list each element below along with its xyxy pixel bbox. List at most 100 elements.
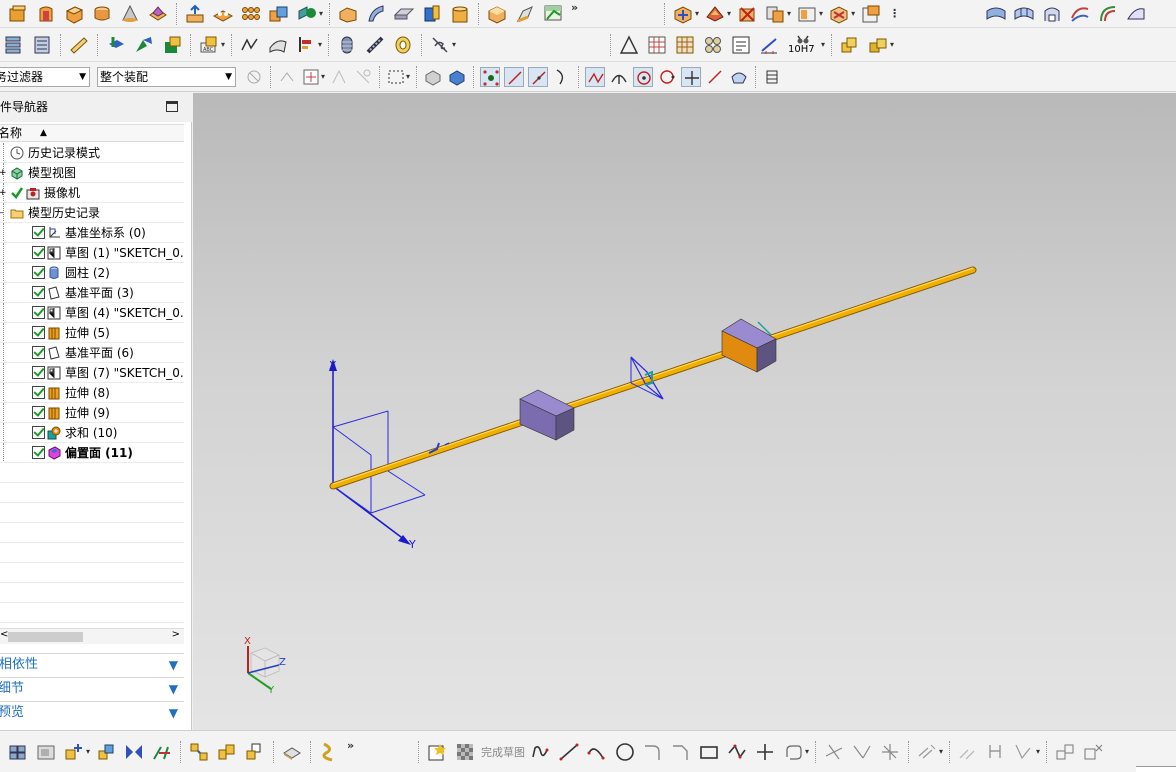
mid-point-icon[interactable] xyxy=(528,66,549,87)
make-coplanar-icon[interactable] xyxy=(860,3,882,25)
show-snap-icon[interactable] xyxy=(329,67,349,87)
gc-toolkit-icon[interactable] xyxy=(839,34,861,56)
sketch-curve-icon[interactable] xyxy=(239,34,261,56)
visibility-checkbox[interactable] xyxy=(32,306,45,319)
replace-face-icon[interactable] xyxy=(764,3,786,25)
scroll-right-icon[interactable]: > xyxy=(172,629,180,640)
column-header-name[interactable]: 名称 ▲ xyxy=(0,124,184,142)
pattern-curve-icon[interactable] xyxy=(985,741,1007,763)
select-body-icon[interactable] xyxy=(423,67,443,87)
gc-data-icon[interactable] xyxy=(867,34,889,56)
expand-icon[interactable]: + xyxy=(0,163,7,182)
clearance-analysis-icon[interactable] xyxy=(244,741,266,763)
visibility-checkbox[interactable] xyxy=(32,426,45,439)
thicken-icon[interactable] xyxy=(449,3,471,25)
dimension-tool-icon[interactable] xyxy=(758,34,780,56)
details-panel[interactable]: 细节 ▼ xyxy=(0,677,184,699)
bearing-icon[interactable] xyxy=(392,34,414,56)
maximize-panel-icon[interactable] xyxy=(166,101,178,112)
wave-link-icon[interactable] xyxy=(95,741,117,763)
rectangle-select-icon[interactable] xyxy=(386,67,406,87)
block-icon[interactable] xyxy=(63,3,85,25)
circle-icon[interactable] xyxy=(614,741,636,763)
chevron-down-icon[interactable]: ▼ xyxy=(169,678,178,700)
trim-body-icon[interactable] xyxy=(486,3,508,25)
mirror-assembly-icon[interactable] xyxy=(123,741,145,763)
navigator-tree-row[interactable]: 基准坐标系 (0) xyxy=(0,223,184,243)
deselect-icon[interactable] xyxy=(353,67,373,87)
spring-compression-icon[interactable] xyxy=(336,34,358,56)
visibility-checkbox[interactable] xyxy=(32,346,45,359)
navigator-tree-row[interactable]: 偏置面 (11) xyxy=(0,443,184,463)
navigator-tree-row[interactable]: 基准平面 (3) xyxy=(0,283,184,303)
visibility-checkbox[interactable] xyxy=(32,366,45,379)
sew-icon[interactable] xyxy=(542,3,564,25)
control-point-icon[interactable] xyxy=(585,66,606,87)
horizontal-scrollbar[interactable]: < > xyxy=(0,628,184,644)
fillet-icon[interactable] xyxy=(642,741,664,763)
block-feature-1[interactable] xyxy=(519,389,575,441)
visibility-checkbox[interactable] xyxy=(32,386,45,399)
navigator-tree-row[interactable]: 拉伸 (5) xyxy=(0,323,184,343)
extrude-icon[interactable] xyxy=(7,3,29,25)
offset-curve-icon[interactable] xyxy=(916,741,938,763)
block-feature-2[interactable] xyxy=(721,318,777,373)
sequence-icon[interactable] xyxy=(216,741,238,763)
visibility-checkbox[interactable] xyxy=(32,246,45,259)
cylinder-icon[interactable] xyxy=(91,3,113,25)
select-face-icon[interactable] xyxy=(447,67,467,87)
navigator-tree-row[interactable]: 草图 (7) "SKETCH_0.. xyxy=(0,363,184,383)
split-body-icon[interactable] xyxy=(514,3,536,25)
finish-sketch-label[interactable]: 完成草图 xyxy=(481,744,525,760)
new-component-icon[interactable] xyxy=(63,741,85,763)
point-on-line-icon[interactable] xyxy=(705,67,725,87)
hole-icon[interactable] xyxy=(184,3,206,25)
navigator-tree-row[interactable]: – 模型历史记录 xyxy=(0,203,184,223)
snap-all-icon[interactable] xyxy=(480,66,501,87)
navigator-tree-row[interactable]: 草图 (4) "SKETCH_0.. xyxy=(0,303,184,323)
measure-icon[interactable] xyxy=(68,34,90,56)
unite-icon[interactable] xyxy=(268,3,290,25)
profile-icon[interactable] xyxy=(530,741,552,763)
spreadsheet-icon[interactable] xyxy=(646,34,668,56)
pattern-icon[interactable] xyxy=(240,3,262,25)
intersection-icon[interactable] xyxy=(609,67,629,87)
chamfer-sketch-icon[interactable] xyxy=(670,741,692,763)
chamfer-icon[interactable] xyxy=(365,3,387,25)
move-face-icon[interactable] xyxy=(672,3,694,25)
boss-icon[interactable] xyxy=(212,3,234,25)
spring-tool-icon[interactable] xyxy=(429,34,451,56)
parts-list-icon[interactable]: ABC xyxy=(198,34,220,56)
navigator-tree-row[interactable]: 基准平面 (6) xyxy=(0,343,184,363)
visibility-checkbox[interactable] xyxy=(32,286,45,299)
visibility-checkbox[interactable] xyxy=(32,406,45,419)
arc-center-icon[interactable] xyxy=(633,66,654,87)
sketch-task-icon[interactable] xyxy=(426,741,448,763)
snap-point-icon[interactable] xyxy=(301,67,321,87)
arc-icon[interactable] xyxy=(586,741,608,763)
draft-icon[interactable] xyxy=(393,3,415,25)
edge-blend-icon[interactable] xyxy=(337,3,359,25)
visibility-checkbox[interactable] xyxy=(32,226,45,239)
view-triad[interactable]: X Y Z xyxy=(244,636,286,696)
assembly-constraints-icon[interactable] xyxy=(133,34,155,56)
bounded-plane-icon[interactable] xyxy=(1125,3,1147,25)
auto-constrain-icon[interactable] xyxy=(1082,741,1104,763)
point-snap-icon[interactable] xyxy=(277,67,297,87)
derived-lines-icon[interactable] xyxy=(1013,741,1035,763)
type-filter-select[interactable]: 务过滤器 ▼ xyxy=(0,67,90,87)
offset-face-icon[interactable] xyxy=(421,3,443,25)
assembly-navigator-icon[interactable] xyxy=(3,34,25,56)
assembly-load-icon[interactable] xyxy=(7,741,29,763)
constraints-icon[interactable] xyxy=(1054,741,1076,763)
quadrant-point-icon[interactable] xyxy=(657,67,677,87)
tolerance-button[interactable]: 10H7 xyxy=(786,34,820,56)
revolve-icon[interactable] xyxy=(35,3,57,25)
cone-icon[interactable] xyxy=(119,3,141,25)
dependencies-panel[interactable]: 相依性 ▼ xyxy=(0,653,184,675)
route-icon[interactable] xyxy=(318,741,340,763)
checkmark-icon[interactable] xyxy=(10,186,24,200)
pull-face-icon[interactable] xyxy=(704,3,726,25)
quick-extend-icon[interactable] xyxy=(851,741,873,763)
navigator-tree-row[interactable]: 拉伸 (8) xyxy=(0,383,184,403)
